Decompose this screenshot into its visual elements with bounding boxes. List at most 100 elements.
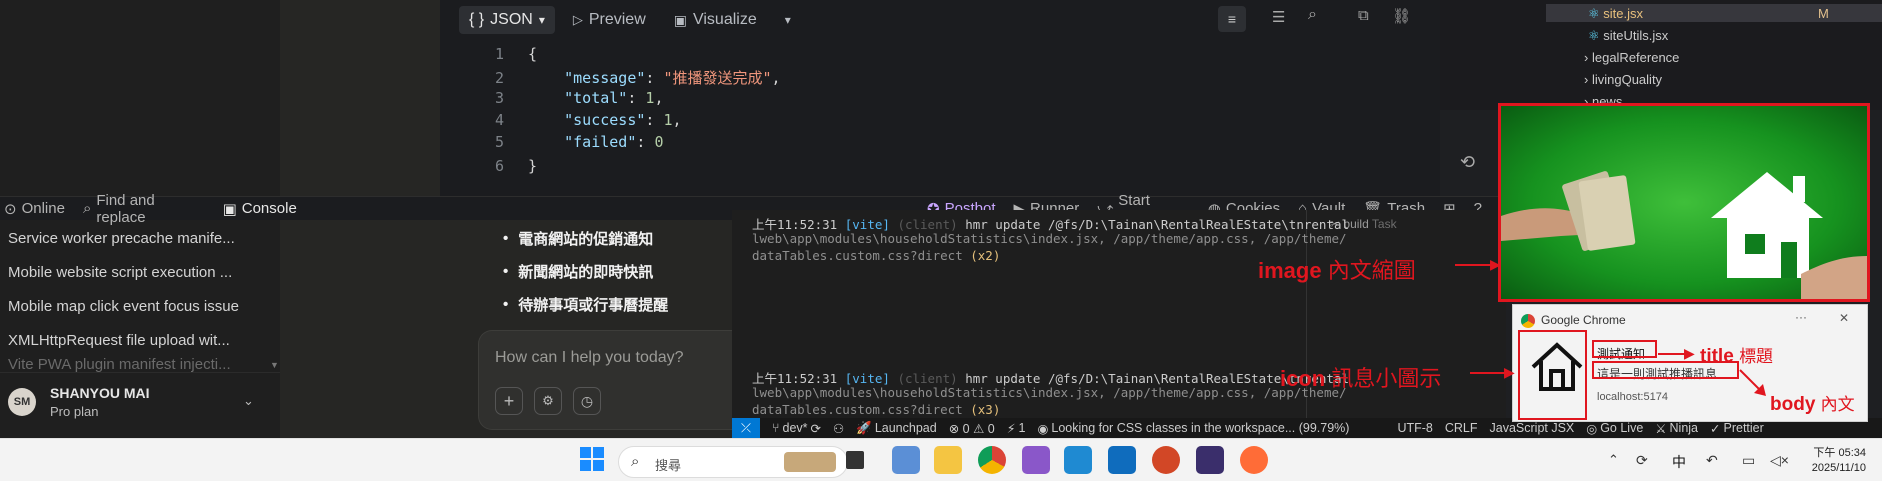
speaker-icon[interactable]: ◁× <box>1770 452 1789 469</box>
eol-selector[interactable]: CRLF <box>1445 421 1478 435</box>
wrap-lines-icon[interactable]: ≡ <box>1218 6 1246 32</box>
close-button[interactable]: ✕ <box>1839 311 1849 325</box>
format-dropdown[interactable]: { } JSON ▾ <box>459 6 555 34</box>
sync-icon[interactable]: ⟳ <box>1636 452 1648 469</box>
task-view-icon[interactable] <box>846 451 864 469</box>
arrow-head-icon: ▶ <box>1490 256 1501 272</box>
display-icon[interactable]: ▭ <box>1742 452 1755 469</box>
sync-icon: ⟳ <box>810 421 822 436</box>
file-site-jsx[interactable]: ⚛ site.jsx <box>1588 6 1643 22</box>
powerpoint-icon[interactable] <box>1152 446 1180 474</box>
log-text: dataTables.custom.css?direct <box>752 248 963 263</box>
copy-icon[interactable]: ⧉ <box>1358 7 1369 24</box>
go-live-button[interactable]: ◎ Go Live <box>1586 421 1643 436</box>
log-client: (client) <box>897 217 958 232</box>
more-dropdown[interactable]: ▾ <box>775 6 801 34</box>
search-icon[interactable]: ⌕ <box>1308 6 1317 24</box>
terminal-app-icon[interactable] <box>1196 446 1224 474</box>
visual-studio-icon[interactable] <box>1022 446 1050 474</box>
remote-icon[interactable]: ⤫ <box>732 418 760 438</box>
launchpad-button[interactable]: 🚀 Launchpad <box>856 421 936 436</box>
chat-history-item[interactable]: Vite PWA plugin manifest injecti... <box>0 358 240 372</box>
code-line: 4 "success": 1, <box>480 111 682 133</box>
rocket-icon: 🚀 <box>856 420 872 435</box>
search-icon: ⌕ <box>82 200 92 217</box>
folder-living-quality[interactable]: › livingQuality <box>1584 72 1662 87</box>
visualize-tab[interactable]: ▣ Visualize <box>664 6 767 34</box>
console-button[interactable]: ▣ Console <box>223 200 297 218</box>
prettier-button[interactable]: ✓ Prettier <box>1710 421 1764 436</box>
preview-tab[interactable]: ▷ Preview <box>563 6 656 34</box>
chevron-right-icon: › <box>1584 50 1589 65</box>
list-item: • 電商網站的促銷通知 <box>503 222 668 255</box>
console-label: Console <box>241 200 297 217</box>
line-number: 2 <box>494 69 504 87</box>
arrow-diagonal-icon <box>1739 369 1766 396</box>
history-icon[interactable]: ⟲ <box>1460 152 1475 173</box>
code-token: { <box>528 45 538 63</box>
more-options-button[interactable]: ··· <box>1795 310 1807 324</box>
user-account-block[interactable] <box>0 372 280 438</box>
notification-app-name: Google Chrome <box>1541 313 1626 327</box>
code-line: 2 "message": "推播發送完成", <box>480 67 781 89</box>
settings-sliders-icon[interactable]: ⚙ <box>534 387 562 415</box>
scroll-down-icon[interactable]: ▼ <box>270 360 279 370</box>
graph-icon[interactable]: ⚇ <box>833 421 844 436</box>
log-source: [vite] <box>844 371 890 386</box>
json-key: "total" <box>564 89 628 107</box>
online-status[interactable]: ⊙ Online <box>4 200 65 218</box>
online-label: Online <box>21 200 65 217</box>
undo-icon[interactable]: ↶ <box>1706 452 1718 469</box>
find-replace-button[interactable]: ⌕ Find and replace <box>83 192 205 226</box>
log-source: [vite] <box>844 217 890 232</box>
clock-time[interactable]: 下午 05:34 <box>1806 444 1866 460</box>
language-selector[interactable]: JavaScript JSX <box>1490 421 1575 435</box>
chat-history-item[interactable]: Service worker precache manife... <box>0 222 240 256</box>
format-label: JSON <box>490 11 533 28</box>
title-highlight-box <box>1592 340 1657 358</box>
modified-badge: M <box>1818 6 1829 21</box>
log-count: (x3) <box>970 402 1001 417</box>
encoding-selector[interactable]: UTF-8 <box>1397 421 1432 435</box>
chevron-right-icon: › <box>1584 72 1589 87</box>
chat-input-box[interactable]: How can I help you today? + ⚙ ◷ <box>478 330 732 430</box>
ime-indicator[interactable]: 中 <box>1672 452 1686 472</box>
outlook-icon[interactable] <box>1108 446 1136 474</box>
arrow-head-icon: ▶ <box>1684 345 1695 361</box>
avatar: SM <box>8 388 36 416</box>
chat-input[interactable]: How can I help you today? <box>495 349 684 367</box>
image-icon: ▣ <box>673 11 687 28</box>
chrome-taskbar-icon[interactable] <box>978 446 1006 474</box>
history-clock-icon[interactable]: ◷ <box>573 387 601 415</box>
vscode-icon[interactable] <box>1064 446 1092 474</box>
filter-icon[interactable]: ☰ <box>1272 8 1285 26</box>
app-icon-files[interactable] <box>892 446 920 474</box>
problems-indicator[interactable]: ⊗ 0 ⚠ 0 <box>949 421 995 436</box>
launchpad-label: Launchpad <box>874 421 937 435</box>
file-siteutils-jsx[interactable]: ⚛ siteUtils.jsx <box>1588 28 1668 44</box>
chat-history-item[interactable]: Mobile map click event focus issue <box>0 290 240 324</box>
bullet-icon: • <box>503 296 509 313</box>
link-icon[interactable]: ⛓ <box>1392 7 1411 25</box>
chevron-down-icon[interactable]: ⌄ <box>243 393 254 409</box>
notification-origin: localhost:5174 <box>1597 391 1668 403</box>
postman-icon[interactable] <box>1240 446 1268 474</box>
broadcast-icon: ◎ <box>1586 421 1598 436</box>
chevron-up-icon[interactable]: ⌃ <box>1608 452 1619 468</box>
folder-legal-reference[interactable]: › legalReference <box>1584 50 1679 65</box>
branch-indicator[interactable]: ⑂ dev* ⟳ <box>772 421 821 436</box>
ports-indicator[interactable]: ⚡ 1 <box>1007 421 1026 436</box>
taskbar-search[interactable]: ⌕ 搜尋 <box>618 446 848 478</box>
log-time: 上午11:52:31 <box>752 371 838 386</box>
chat-history-item[interactable]: Mobile website script execution ... <box>0 256 240 290</box>
list-item: • 新聞網站的即時快訊 <box>503 255 668 288</box>
task-label: Task <box>1371 217 1397 231</box>
add-attachment-button[interactable]: + <box>495 387 523 415</box>
clock-date[interactable]: 2025/11/10 <box>1796 462 1866 474</box>
chat-history-item[interactable]: XMLHttpRequest file upload wit... <box>0 324 240 358</box>
play-icon: ▷ <box>572 12 583 27</box>
windows-start-icon[interactable] <box>580 447 604 471</box>
annotation-title: title 標題 <box>1700 342 1773 368</box>
ninja-button[interactable]: ⚔ Ninja <box>1655 421 1698 436</box>
file-explorer-icon[interactable] <box>934 446 962 474</box>
